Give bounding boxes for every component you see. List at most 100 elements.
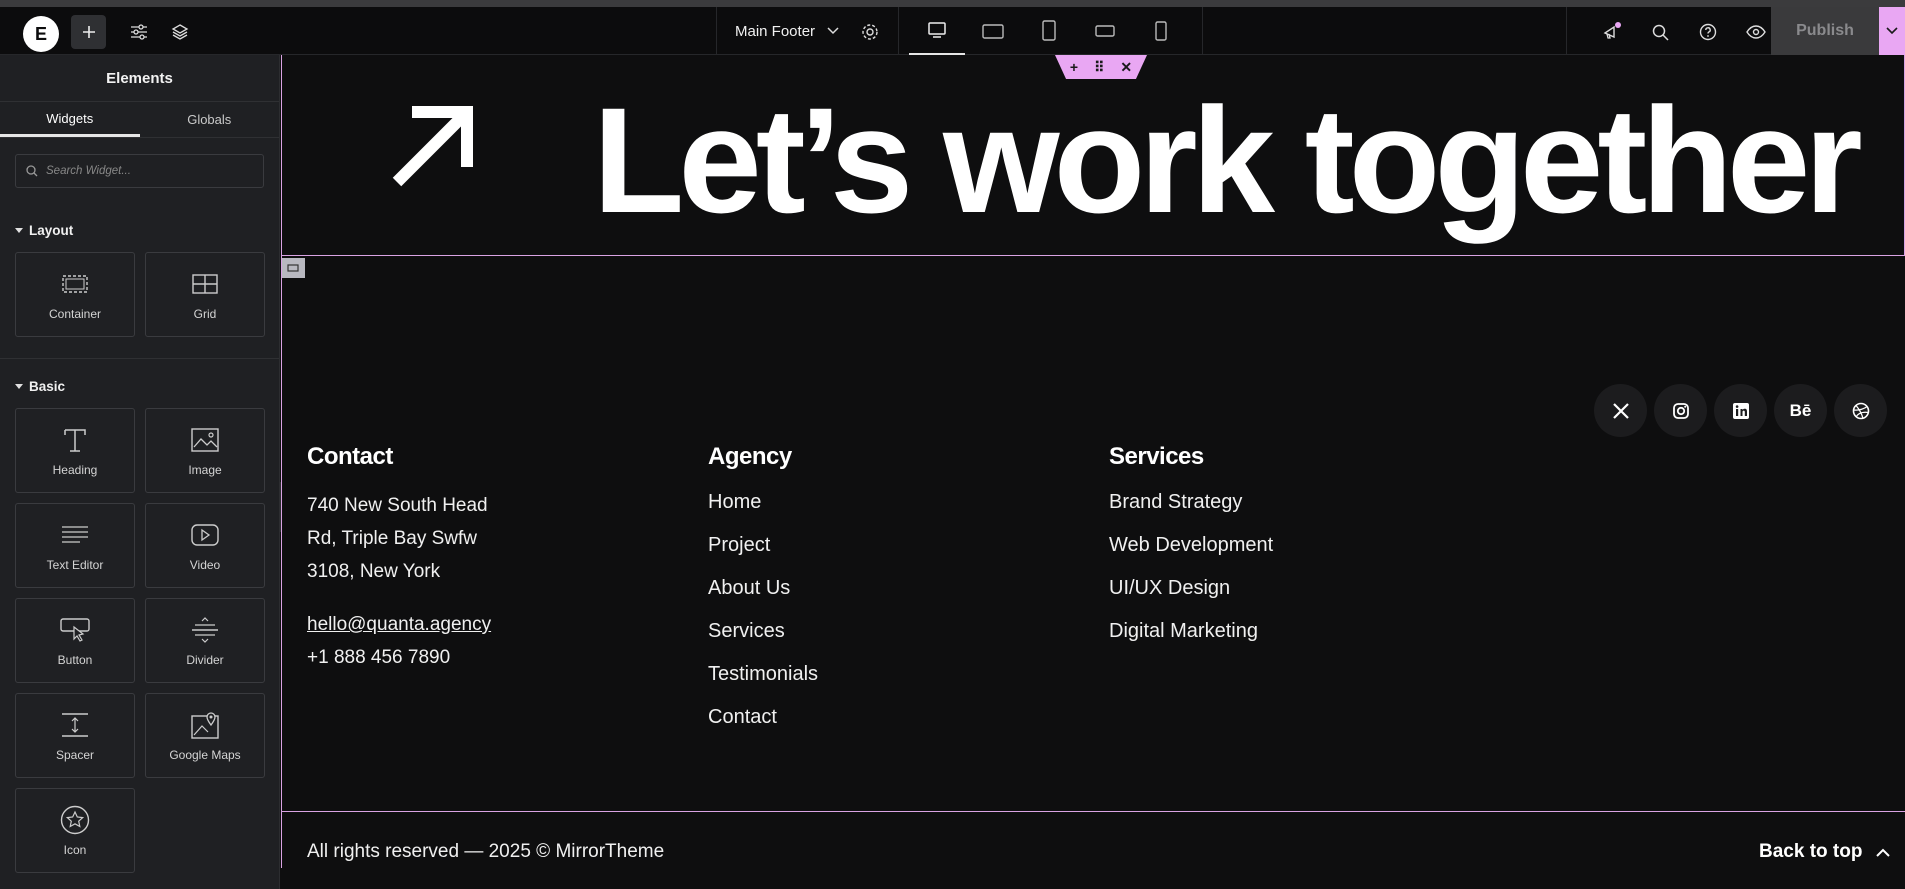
- phone-number[interactable]: +1 888 456 7890: [307, 641, 491, 674]
- footer-agency-column: Agency Home Project About Us Services Te…: [708, 443, 818, 739]
- back-to-top-link[interactable]: Back to top: [1759, 841, 1891, 863]
- widget-label: Video: [189, 557, 221, 572]
- widget-label: Spacer: [55, 747, 95, 762]
- search-icon: [1652, 24, 1669, 41]
- widget-icon[interactable]: Icon: [15, 788, 135, 873]
- search-widget-input[interactable]: [46, 165, 246, 177]
- mobile-mode-button[interactable]: [1133, 7, 1189, 55]
- text-editor-icon: [61, 520, 89, 550]
- search-icon: [26, 165, 38, 177]
- marquee-section[interactable]: r Let’s work together + ⠿ ✕: [281, 55, 1905, 256]
- image-icon: [191, 425, 219, 455]
- footer-link-home[interactable]: Home: [708, 481, 818, 524]
- x-icon[interactable]: [1594, 384, 1647, 437]
- back-to-top-label: Back to top: [1759, 841, 1863, 862]
- publish-button[interactable]: Publish: [1771, 7, 1879, 55]
- arrow-up-right-icon: [392, 106, 474, 187]
- footer-contact-column: Contact 740 New South Head Rd, Triple Ba…: [307, 443, 491, 674]
- widget-label: Icon: [63, 842, 87, 857]
- widget-container[interactable]: Container: [15, 252, 135, 337]
- footer-link-testimonials[interactable]: Testimonials: [708, 653, 818, 696]
- search-button[interactable]: [1645, 17, 1675, 47]
- grid-icon: [192, 269, 218, 299]
- widget-spacer[interactable]: Spacer: [15, 693, 135, 778]
- instagram-icon[interactable]: [1654, 384, 1707, 437]
- site-settings-button[interactable]: [124, 17, 154, 47]
- contact-heading: Contact: [307, 443, 393, 470]
- footer-link-services[interactable]: Services: [708, 610, 818, 653]
- mobile-landscape-mode-button[interactable]: [1077, 7, 1133, 55]
- widget-video[interactable]: Video: [145, 503, 265, 588]
- category-layout[interactable]: Layout: [0, 220, 279, 240]
- delete-section-icon[interactable]: ✕: [1120, 59, 1132, 76]
- laptop-mode-button[interactable]: [965, 7, 1021, 55]
- layout-widgets-grid: Container Grid: [0, 252, 279, 337]
- widget-label: Text Editor: [46, 557, 104, 572]
- widget-label: Divider: [186, 652, 224, 667]
- widget-label: Google Maps: [169, 747, 241, 762]
- chevron-up-icon: [1876, 848, 1891, 857]
- footer-divider: [281, 811, 1905, 812]
- dribbble-icon[interactable]: [1834, 384, 1887, 437]
- desktop-mode-button[interactable]: [909, 7, 965, 55]
- chevron-down-icon: [827, 27, 839, 35]
- category-label: Layout: [29, 222, 74, 238]
- widget-label: Container: [48, 306, 102, 321]
- notifications-button[interactable]: [1597, 17, 1627, 47]
- window-top-strip: [0, 0, 1905, 7]
- email-link[interactable]: hello@quanta.agency: [307, 608, 491, 641]
- behance-icon[interactable]: Bē: [1774, 384, 1827, 437]
- star-icon: [60, 805, 90, 835]
- publish-options-button[interactable]: [1879, 7, 1905, 55]
- marquee-heading: Let’s work together: [592, 76, 1863, 244]
- add-section-icon[interactable]: +: [1070, 59, 1078, 75]
- google-maps-icon: [191, 710, 219, 740]
- service-link[interactable]: Digital Marketing: [1109, 610, 1273, 653]
- category-divider: [0, 358, 279, 359]
- add-element-button[interactable]: [71, 15, 106, 49]
- marquee-text-row: r Let’s work together: [281, 85, 1905, 235]
- tab-widgets[interactable]: Widgets: [0, 102, 140, 137]
- widget-grid[interactable]: Grid: [145, 252, 265, 337]
- spacer-icon: [61, 710, 89, 740]
- divider-icon: [191, 615, 219, 645]
- editor-canvas: r Let’s work together + ⠿ ✕ Contact 740 …: [281, 55, 1905, 889]
- drag-handle-icon[interactable]: ⠿: [1094, 59, 1104, 76]
- tab-globals[interactable]: Globals: [140, 102, 280, 137]
- service-link[interactable]: Brand Strategy: [1109, 481, 1273, 524]
- agency-heading: Agency: [708, 443, 792, 470]
- layers-icon: [171, 24, 189, 40]
- elements-panel: Elements Widgets Globals Layout Containe…: [0, 55, 280, 889]
- widget-image[interactable]: Image: [145, 408, 265, 493]
- tablet-mode-button[interactable]: [1021, 7, 1077, 55]
- service-link[interactable]: Web Development: [1109, 524, 1273, 567]
- footer-link-about[interactable]: About Us: [708, 567, 818, 610]
- mobile-icon: [1155, 21, 1167, 41]
- tablet-icon: [1042, 20, 1056, 41]
- eye-icon: [1746, 25, 1766, 39]
- widget-text-editor[interactable]: Text Editor: [15, 503, 135, 588]
- linkedin-icon[interactable]: [1714, 384, 1767, 437]
- widget-heading[interactable]: Heading: [15, 408, 135, 493]
- video-icon: [191, 520, 219, 550]
- help-icon: [1699, 23, 1717, 41]
- address-line: Rd, Triple Bay Swfw: [307, 528, 477, 549]
- category-basic[interactable]: Basic: [0, 376, 279, 396]
- heading-icon: [61, 425, 89, 455]
- widget-button[interactable]: Button: [15, 598, 135, 683]
- elementor-logo-icon[interactable]: E: [23, 16, 59, 52]
- footer-services-column: Services Brand Strategy Web Development …: [1109, 443, 1273, 653]
- category-label: Basic: [29, 378, 66, 394]
- service-link[interactable]: UI/UX Design: [1109, 567, 1273, 610]
- widget-divider[interactable]: Divider: [145, 598, 265, 683]
- footer-link-contact[interactable]: Contact: [708, 696, 818, 739]
- preview-button[interactable]: [1741, 17, 1771, 47]
- widget-google-maps[interactable]: Google Maps: [145, 693, 265, 778]
- sliders-icon: [131, 24, 147, 40]
- page-settings-button[interactable]: [855, 17, 885, 47]
- help-button[interactable]: [1693, 17, 1723, 47]
- widget-label: Grid: [193, 306, 217, 321]
- footer-link-project[interactable]: Project: [708, 524, 818, 567]
- structure-button[interactable]: [165, 17, 195, 47]
- address-line: 740 New South Head: [307, 495, 488, 516]
